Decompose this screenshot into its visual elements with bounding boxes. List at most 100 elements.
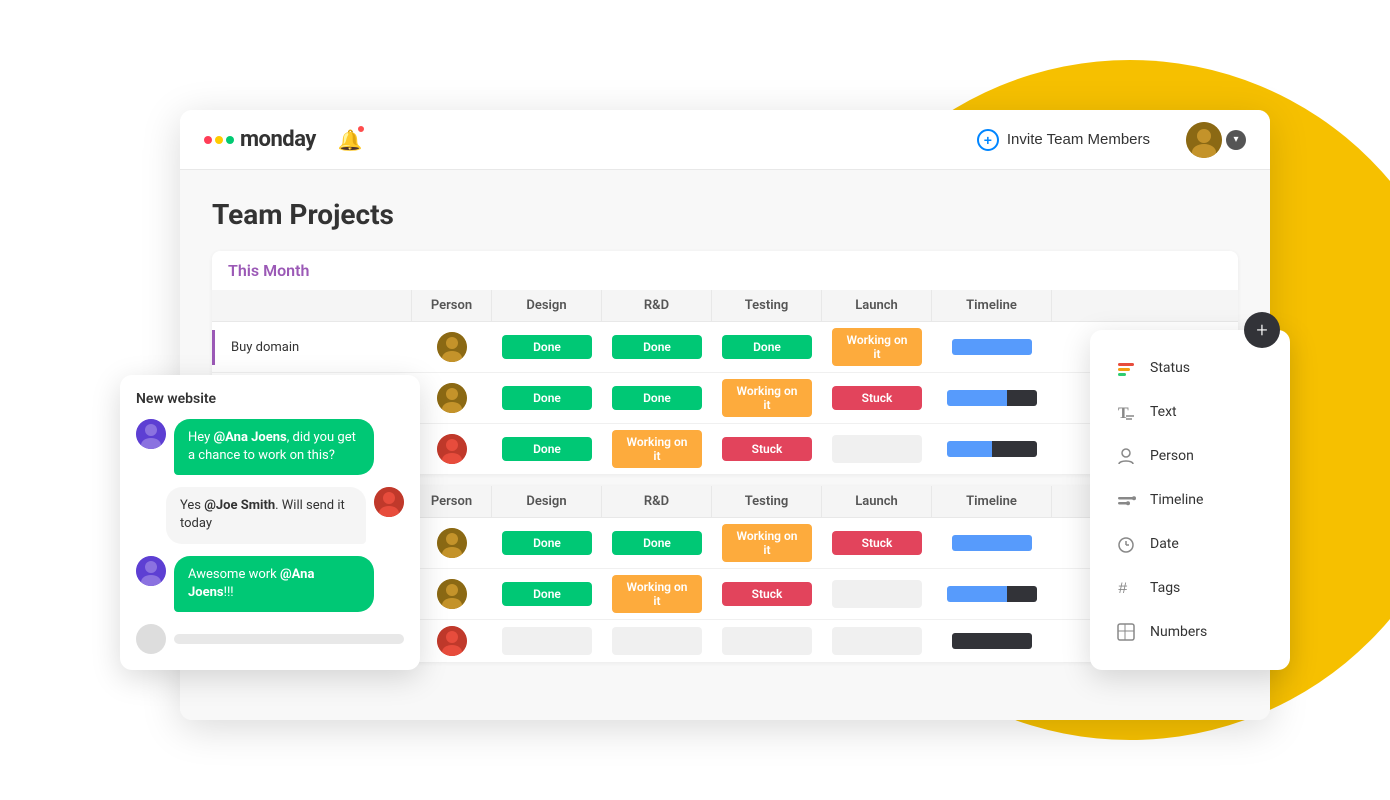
user-avatar-area[interactable]: ▾	[1186, 122, 1246, 158]
cell-launch-2: Stuck	[822, 380, 932, 416]
col2-rnd-header: R&D	[602, 486, 712, 517]
cell-testing-6	[712, 621, 822, 661]
empty-cell	[832, 580, 922, 608]
cell-launch-3	[822, 429, 932, 469]
date-icon	[1114, 532, 1138, 556]
col2-design-header: Design	[492, 486, 602, 517]
svg-text:#: #	[1118, 580, 1128, 598]
status-done: Done	[612, 335, 702, 359]
col-rnd-header: R&D	[602, 290, 712, 321]
chat-avatar-joe2	[136, 556, 166, 586]
invite-label: Invite Team Members	[1007, 131, 1150, 148]
chat-message-2: Yes @Joe Smith. Will send it today	[136, 487, 404, 543]
page-title: Team Projects	[212, 198, 1238, 231]
section-header-this-month: This Month	[212, 251, 1238, 290]
picker-label-numbers: Numbers	[1150, 624, 1207, 640]
col-launch-header: Launch	[822, 290, 932, 321]
column-picker: + Status T Text	[1090, 330, 1290, 670]
cell-person-6	[412, 620, 492, 662]
status-stuck: Stuck	[832, 386, 922, 410]
empty-cell	[502, 627, 592, 655]
cell-timeline-6	[932, 627, 1052, 655]
chat-avatar-ana	[374, 487, 404, 517]
col-timeline-header: Timeline	[932, 290, 1052, 321]
cell-rnd-4: Done	[602, 525, 712, 561]
cell-launch-6	[822, 621, 932, 661]
status-stuck: Stuck	[722, 437, 812, 461]
chat-input-bar[interactable]	[174, 634, 404, 644]
logo-dot-red	[204, 136, 212, 144]
empty-cell	[832, 435, 922, 463]
cell-launch-5	[822, 574, 932, 614]
picker-label-timeline: Timeline	[1150, 492, 1203, 508]
status-done: Done	[722, 335, 812, 359]
chat-mention: @Joe Smith	[204, 498, 275, 513]
add-column-button[interactable]: +	[1244, 312, 1280, 348]
chat-bubble-3: Awesome work @Ana Joens!!!	[174, 556, 374, 612]
avatar-female-2	[437, 626, 467, 656]
picker-label-status: Status	[1150, 360, 1190, 376]
col-design-header: Design	[492, 290, 602, 321]
cell-design-1: Done	[492, 329, 602, 365]
avatar-male-1	[437, 332, 467, 362]
chat-popup: New website Hey @Ana Joens, did you get …	[120, 375, 420, 670]
picker-item-timeline[interactable]: Timeline	[1106, 478, 1274, 522]
status-working: Working on it	[722, 524, 812, 562]
timeline-bar	[952, 339, 1032, 355]
chat-mention: @Ana Joens	[188, 567, 314, 600]
avatar-male-2	[437, 383, 467, 413]
cell-testing-4: Working on it	[712, 518, 822, 568]
empty-cell	[722, 627, 812, 655]
status-working: Working on it	[612, 430, 702, 468]
cell-timeline-3	[932, 435, 1052, 463]
picker-item-text[interactable]: T Text	[1106, 390, 1274, 434]
empty-cell	[832, 627, 922, 655]
picker-label-text: Text	[1150, 404, 1177, 420]
row-name-buy-domain: Buy domain	[212, 330, 412, 365]
status-done: Done	[502, 437, 592, 461]
picker-item-status[interactable]: Status	[1106, 346, 1274, 390]
cell-rnd-1: Done	[602, 329, 712, 365]
col2-launch-header: Launch	[822, 486, 932, 517]
invite-icon: +	[977, 129, 999, 151]
timeline-mixed	[947, 390, 1037, 406]
cell-launch-4: Stuck	[822, 525, 932, 561]
logo-area: monday 🔔	[204, 122, 368, 158]
status-working: Working on it	[832, 328, 922, 366]
text-icon: T	[1114, 400, 1138, 424]
cell-person-3	[412, 428, 492, 470]
chat-input-avatar	[136, 624, 166, 654]
status-working: Working on it	[612, 575, 702, 613]
chat-bubble-1: Hey @Ana Joens, did you get a chance to …	[174, 419, 374, 475]
chat-bubble-2: Yes @Joe Smith. Will send it today	[166, 487, 366, 543]
picker-item-numbers[interactable]: Numbers	[1106, 610, 1274, 654]
logo-dots	[204, 136, 234, 144]
cell-testing-1: Done	[712, 329, 822, 365]
table-row: Buy domain Done Done Done Working on it	[212, 322, 1238, 373]
logo-dot-yellow	[215, 136, 223, 144]
picker-item-person[interactable]: Person	[1106, 434, 1274, 478]
avatar-male-3	[437, 528, 467, 558]
cell-design-4: Done	[492, 525, 602, 561]
timeline-mixed	[947, 441, 1037, 457]
chat-input-area[interactable]	[136, 624, 404, 654]
picker-item-tags[interactable]: # Tags	[1106, 566, 1274, 610]
cell-design-3: Done	[492, 431, 602, 467]
picker-item-date[interactable]: Date	[1106, 522, 1274, 566]
avatar-female-1	[437, 434, 467, 464]
empty-cell	[612, 627, 702, 655]
user-avatar	[1186, 122, 1222, 158]
status-done: Done	[502, 386, 592, 410]
notification-bell[interactable]: 🔔	[332, 122, 368, 158]
table-header-1: Person Design R&D Testing Launch Timelin…	[212, 290, 1238, 322]
logo-text: monday	[240, 127, 316, 152]
picker-label-tags: Tags	[1150, 580, 1180, 596]
invite-team-button[interactable]: + Invite Team Members	[961, 121, 1166, 159]
status-done: Done	[502, 531, 592, 555]
app-header: monday 🔔 + Invite Team Members	[180, 110, 1270, 170]
avatar-male-4	[437, 579, 467, 609]
cell-timeline-2	[932, 384, 1052, 412]
cell-design-6	[492, 621, 602, 661]
cell-testing-3: Stuck	[712, 431, 822, 467]
header-right: + Invite Team Members ▾	[961, 121, 1246, 159]
